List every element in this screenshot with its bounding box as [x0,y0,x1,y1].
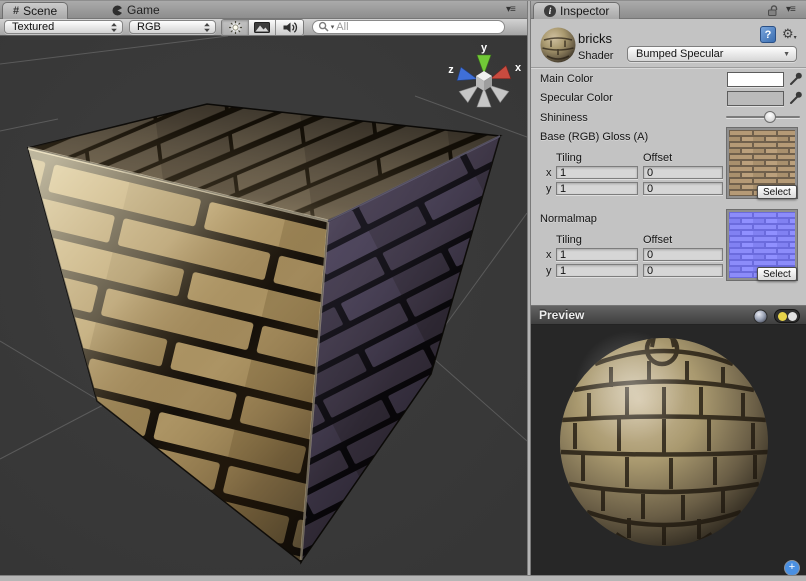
shader-dropdown[interactable]: Bumped Specular ▼ [627,46,797,62]
tab-game-label: Game [127,3,160,17]
x-row-label: x [546,249,552,261]
scene-pane: # Scene Game ▾≡ Textured RGB [0,1,527,575]
scene-grid-icon: # [13,5,19,17]
main-color-swatch[interactable] [727,72,784,87]
scene-tabbar: # Scene Game ▾≡ [0,1,527,19]
normal-offset-x-field[interactable] [643,248,723,261]
normal-select-button[interactable]: Select [757,267,797,281]
normal-tiling-y-field[interactable] [556,264,638,277]
gizmo-y-label: y [481,42,488,54]
base-select-button[interactable]: Select [757,185,797,199]
draw-mode-dropdown[interactable]: Textured [4,20,123,34]
draw-mode-value: Textured [12,21,54,33]
scene-search-field: ▾ [312,20,505,34]
eyedropper-icon[interactable] [789,71,803,86]
preview-header[interactable]: Preview [531,305,806,325]
shader-label: Shader [578,50,613,62]
chevron-down-icon: ▼ [783,51,790,58]
search-filter-caret-icon[interactable]: ▾ [331,23,335,31]
lighting-toggle-button[interactable] [222,20,249,35]
base-offset-x-field[interactable] [643,166,723,179]
base-offset-y-field[interactable] [643,182,723,195]
render-mode-toggle-button[interactable] [249,20,276,35]
toggle-yellow-dot [778,312,787,321]
preview-light-toggle[interactable] [774,309,800,323]
specular-color-swatch[interactable] [727,91,784,106]
audio-toggle-button[interactable] [276,20,303,35]
offset-header: Offset [643,234,672,246]
tab-scene[interactable]: # Scene [2,2,68,19]
sun-icon [228,20,243,35]
window-bottom-edge [0,575,806,581]
base-tiling-y-field[interactable] [556,182,638,195]
inspector-pane: i Inspector ▾≡ [531,1,806,575]
color-mode-value: RGB [137,21,161,33]
material-name: bricks [578,31,612,46]
gear-icon: ⚙ [782,27,794,41]
scene-toolbar: Textured RGB [0,19,527,36]
game-icon [112,5,123,16]
search-input[interactable] [336,21,498,33]
gizmo-x-label: x [515,62,522,74]
x-row-label: x [546,167,552,179]
shininess-label: Shininess [540,112,588,124]
base-map-label: Base (RGB) Gloss (A) [540,131,648,143]
color-mode-dropdown[interactable]: RGB [129,20,216,34]
inspector-panel-menu-icon[interactable]: ▾≡ [786,4,795,15]
tiling-header: Tiling [556,234,582,246]
material-inspector: bricks Shader Bumped Specular ▼ ? ⚙▾ Mai… [531,19,806,305]
info-icon: i [544,5,556,17]
scene-panel-menu-icon[interactable]: ▾≡ [506,4,515,15]
speaker-icon [282,21,298,34]
tab-inspector[interactable]: i Inspector [533,2,620,19]
material-preview-area[interactable] [531,325,806,575]
gear-menu-button[interactable]: ⚙▾ [782,27,797,41]
image-icon [254,22,270,33]
gear-caret-icon: ▾ [794,34,797,41]
normal-offset-y-field[interactable] [643,264,723,277]
preview-title: Preview [539,308,584,322]
shader-value: Bumped Specular [636,48,723,60]
inspector-tabbar: i Inspector ▾≡ [531,1,806,19]
y-row-label: y [546,183,552,195]
y-row-label: y [546,265,552,277]
slider-thumb[interactable] [764,111,776,123]
tiling-header: Tiling [556,152,582,164]
unity-editor-window: # Scene Game ▾≡ Textured RGB [0,0,806,581]
help-icon[interactable]: ? [760,26,776,43]
scene-viewport[interactable]: y x z [0,36,527,575]
preview-sphere-icon[interactable] [753,309,768,324]
tab-game[interactable]: Game [106,2,166,18]
search-icon [318,21,329,33]
normal-map-label: Normalmap [540,213,597,225]
gizmo-z-label: z [448,64,454,76]
material-preview-thumb [539,26,577,64]
lock-icon[interactable] [767,4,780,17]
base-tiling-x-field[interactable] [556,166,638,179]
slider-track[interactable] [726,116,800,118]
popup-arrows-icon [110,22,118,33]
popup-arrows-icon [203,22,211,33]
eyedropper-icon[interactable] [789,90,803,105]
add-preview-button[interactable]: + [785,561,799,575]
toggle-white-dot [788,312,797,321]
scene-view-toggles [221,19,304,36]
shininess-slider[interactable] [726,110,800,124]
specular-color-label: Specular Color [540,92,613,104]
tab-inspector-label: Inspector [560,4,609,18]
main-color-label: Main Color [540,73,593,85]
normal-tiling-x-field[interactable] [556,248,638,261]
tab-scene-label: Scene [23,4,57,18]
offset-header: Offset [643,152,672,164]
